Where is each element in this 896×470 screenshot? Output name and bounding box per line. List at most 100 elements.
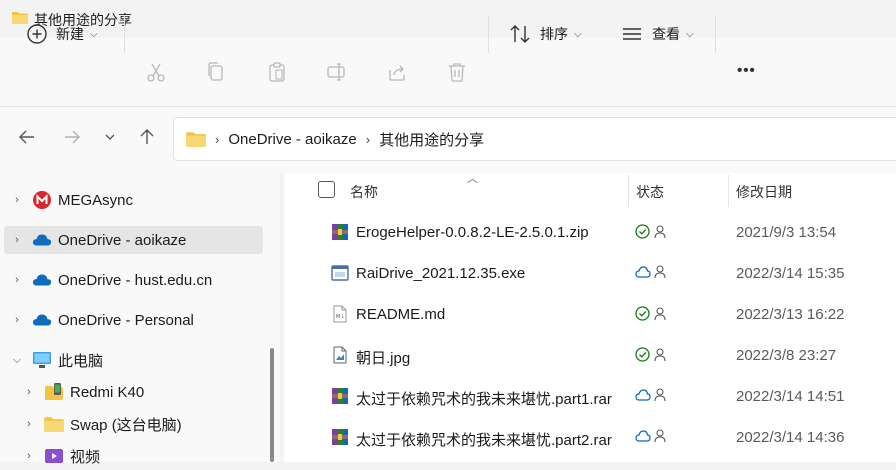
file-row[interactable]: M↓ README.md 2022/3/13 16:22 (284, 295, 896, 335)
cut-icon[interactable] (145, 61, 167, 83)
sort-button-label: 排序 (540, 26, 568, 42)
file-row[interactable]: 太过于依赖咒术的我未来堪忧.part1.rar 2022/3/14 14:51 (284, 377, 896, 417)
file-name: 朝日.jpg (356, 350, 411, 367)
chevron-down-icon: ⌵ (90, 28, 98, 40)
winrar-archive-icon (332, 388, 348, 404)
image-file-icon (333, 346, 347, 364)
new-button[interactable]: 新建 ⌵ (26, 16, 98, 52)
chevron-right-icon: › (27, 450, 31, 462)
svg-text:M↓: M↓ (336, 314, 345, 320)
nav-item-megasync[interactable]: › MEGAsync (0, 186, 264, 214)
file-row[interactable]: RaiDrive_2021.12.35.exe 2022/3/14 15:35 (284, 254, 896, 294)
toolbar-divider (715, 15, 716, 53)
shared-person-icon (654, 306, 666, 320)
column-divider[interactable] (728, 175, 729, 207)
file-name: ErogeHelper-0.0.8.2-LE-2.5.0.1.zip (356, 224, 589, 241)
breadcrumb-onedrive[interactable]: OneDrive - aoikaze (228, 131, 356, 148)
nav-item-redmi-k40[interactable]: › Redmi K40 (12, 378, 276, 406)
nav-item-this-pc[interactable]: ⌵ 此电脑 (0, 346, 264, 374)
mega-icon (32, 191, 52, 209)
plus-circle-icon (27, 24, 47, 44)
nav-item-label: 此电脑 (58, 352, 104, 370)
forward-button[interactable] (61, 126, 83, 148)
cloud-icon (32, 231, 52, 249)
file-row[interactable]: 朝日.jpg 2022/3/8 23:27 (284, 336, 896, 376)
sync-status (635, 388, 666, 402)
nav-item-onedrive-aoikaze[interactable]: › OneDrive - aoikaze (4, 226, 263, 254)
arrow-left-icon (19, 130, 34, 144)
share-icon[interactable] (386, 61, 408, 83)
shared-person-icon (654, 224, 666, 238)
winrar-archive-icon (332, 224, 348, 240)
breadcrumb-current-folder[interactable]: 其他用途的分享 (379, 129, 484, 150)
list-view-icon (623, 28, 641, 40)
title-bar (0, 0, 896, 38)
sort-ascending-icon: ︿ (467, 173, 478, 185)
address-bar[interactable]: › OneDrive - aoikaze › 其他用途的分享 (173, 117, 896, 161)
file-name: RaiDrive_2021.12.35.exe (356, 265, 526, 282)
chevron-right-icon: › (27, 418, 31, 430)
shared-person-icon (654, 388, 666, 402)
chevron-down-icon: ⌵ (574, 28, 582, 40)
rename-icon[interactable] (326, 61, 348, 83)
cloud-only-icon (635, 389, 651, 401)
phone-icon (44, 383, 64, 401)
nav-item-label: Redmi K40 (70, 383, 145, 401)
nav-item-swap[interactable]: › Swap (这台电脑) (12, 410, 276, 438)
column-header-modified[interactable]: 修改日期 (736, 182, 792, 202)
sync-status (635, 306, 666, 321)
file-modified-date: 2022/3/14 14:36 (736, 429, 845, 446)
delete-icon[interactable] (446, 61, 468, 83)
paste-icon[interactable] (266, 61, 288, 83)
view-button[interactable]: 查看 ⌵ (621, 16, 694, 52)
chevron-down-icon (105, 134, 115, 140)
up-button[interactable] (136, 126, 158, 148)
file-row[interactable]: ErogeHelper-0.0.8.2-LE-2.5.0.1.zip 2021/… (284, 213, 896, 253)
recent-locations-button[interactable] (100, 126, 120, 148)
file-name: 太过于依赖咒术的我未来堪忧.part1.rar (356, 391, 612, 408)
new-button-label: 新建 (56, 26, 84, 42)
chevron-right-icon: › (27, 386, 31, 398)
shared-person-icon (654, 347, 666, 361)
markdown-file-icon: M↓ (333, 305, 347, 323)
nav-item-label: OneDrive - aoikaze (58, 231, 187, 249)
toolbar-divider (488, 15, 489, 53)
file-modified-date: 2022/3/13 16:22 (736, 306, 845, 323)
synced-check-icon (635, 224, 650, 239)
cloud-only-icon (635, 266, 651, 278)
arrow-right-icon (65, 130, 80, 144)
cloud-icon (32, 311, 52, 329)
view-button-label: 查看 (652, 26, 680, 42)
nav-item-label: OneDrive - Personal (58, 311, 194, 329)
back-button[interactable] (16, 126, 38, 148)
file-modified-date: 2022/3/8 23:27 (736, 347, 837, 364)
shared-person-icon (654, 265, 666, 279)
nav-item-onedrive-personal[interactable]: › OneDrive - Personal (0, 306, 264, 334)
file-modified-date: 2022/3/14 15:35 (736, 265, 845, 282)
more-options-button[interactable]: ••• (737, 62, 756, 79)
select-all-checkbox[interactable] (318, 181, 335, 198)
chevron-right-icon: › (15, 194, 19, 206)
arrow-up-icon (140, 129, 154, 144)
computer-icon (32, 351, 52, 369)
toolbar-divider (124, 15, 125, 53)
nav-scrollbar-thumb[interactable] (270, 348, 274, 462)
nav-item-label: MEGAsync (58, 191, 134, 209)
video-icon (44, 447, 64, 465)
column-header-status[interactable]: 状态 (636, 182, 664, 202)
chevron-down-icon: ⌵ (12, 353, 22, 366)
file-row[interactable]: 太过于依赖咒术的我未来堪忧.part2.rar 2022/3/14 14:36 (284, 418, 896, 458)
file-name: 太过于依赖咒术的我未来堪忧.part2.rar (356, 432, 612, 449)
nav-item-label: OneDrive - hust.edu.cn (58, 271, 213, 289)
synced-check-icon (635, 347, 650, 362)
column-divider[interactable] (628, 175, 629, 207)
sort-button[interactable]: 排序 ⌵ (509, 16, 582, 52)
sync-status (635, 429, 666, 443)
nav-item-videos[interactable]: › 视频 (12, 442, 276, 470)
folder-icon (44, 415, 64, 433)
column-header-name[interactable]: 名称 (350, 182, 378, 202)
nav-item-label: Swap (这台电脑) (70, 416, 182, 434)
synced-check-icon (635, 306, 650, 321)
nav-item-onedrive-hust[interactable]: › OneDrive - hust.edu.cn (0, 266, 264, 294)
copy-icon[interactable] (205, 61, 227, 83)
